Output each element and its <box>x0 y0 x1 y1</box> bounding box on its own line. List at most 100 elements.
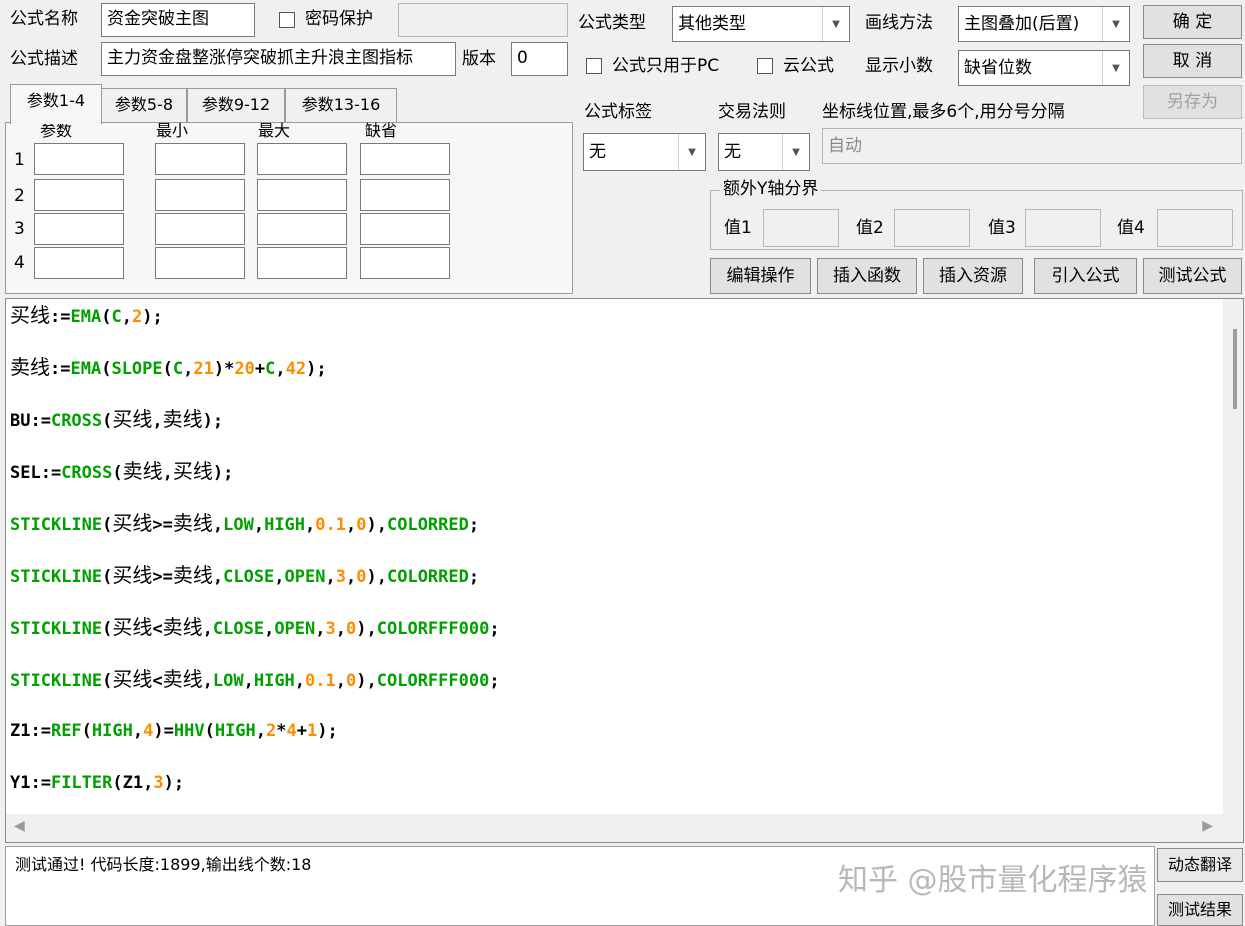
code-line: SEL:=CROSS(卖线,买线); <box>10 459 233 485</box>
formula-tag-select[interactable]: 无 ▼ <box>583 133 706 171</box>
yaxis-value4-input[interactable] <box>1157 209 1233 247</box>
test-result-button[interactable]: 测试结果 <box>1157 894 1243 926</box>
code-token: 买线 <box>112 667 153 691</box>
dynamic-translate-button[interactable]: 动态翻译 <box>1157 848 1243 882</box>
yaxis-value2-input[interactable] <box>894 209 970 247</box>
code-token: 0 <box>346 671 357 691</box>
param-3-default[interactable] <box>360 213 450 245</box>
param-4-min[interactable] <box>155 247 245 279</box>
vertical-scrollbar[interactable] <box>1223 299 1243 815</box>
version-input[interactable]: 0 <box>511 42 568 76</box>
code-token: SLOPE <box>111 359 163 379</box>
draw-method-value: 主图叠加(后置) <box>964 14 1080 34</box>
param-2-max[interactable] <box>257 179 347 211</box>
cloud-formula-checkbox[interactable] <box>757 58 773 74</box>
param-3-name[interactable] <box>34 213 124 245</box>
tab-params-5-8[interactable]: 参数5-8 <box>101 88 187 122</box>
param-3-min[interactable] <box>155 213 245 245</box>
tab-params-9-12[interactable]: 参数9-12 <box>187 88 285 122</box>
edit-operations-button[interactable]: 编辑操作 <box>710 258 811 294</box>
code-token: ; <box>468 515 480 535</box>
param-1-min[interactable] <box>155 143 245 175</box>
code-token: 0.1 <box>305 671 336 691</box>
password-checkbox[interactable] <box>279 12 295 28</box>
trade-rule-select[interactable]: 无 ▼ <box>718 133 810 171</box>
code-token: , <box>202 671 213 691</box>
password-input[interactable] <box>398 3 568 37</box>
code-editor[interactable]: 买线:=EMA(C,2); 卖线:=EMA(SLOPE(C,21)*20+C,42… <box>5 298 1244 843</box>
code-token: CLOSE <box>212 619 265 639</box>
code-token: , <box>305 515 316 535</box>
code-token: ), <box>366 567 387 587</box>
horizontal-scrollbar[interactable]: ◀ ▶ <box>6 814 1243 842</box>
code-line: BU:=CROSS(买线,卖线); <box>10 407 223 433</box>
formula-type-select[interactable]: 其他类型 ▼ <box>672 6 850 42</box>
code-token: 2 <box>266 721 277 741</box>
pc-only-checkbox[interactable] <box>586 58 602 74</box>
decimals-select[interactable]: 缺省位数 ▼ <box>958 50 1130 86</box>
insert-resource-button[interactable]: 插入资源 <box>923 258 1023 294</box>
code-line: Y1:=FILTER(Z1,3); <box>10 771 184 795</box>
code-line: STICKLINE(买线<卖线,LOW,HIGH,0.1,0),COLORFFF… <box>10 667 500 693</box>
code-token: ( <box>204 721 215 741</box>
insert-function-button[interactable]: 插入函数 <box>817 258 917 294</box>
param-2-name[interactable] <box>34 179 124 211</box>
yaxis-value1-input[interactable] <box>763 209 839 247</box>
code-line: 买线:=EMA(C,2); <box>10 303 163 329</box>
code-token: , <box>255 721 267 741</box>
tab-params-1-4[interactable]: 参数1-4 <box>10 84 102 124</box>
code-token: 20 <box>234 359 255 379</box>
formula-name-input[interactable]: 资金突破主图 <box>101 3 255 37</box>
param-3-max[interactable] <box>257 213 347 245</box>
scroll-left-icon[interactable]: ◀ <box>14 818 25 834</box>
param-1-name[interactable] <box>34 143 124 175</box>
import-formula-button[interactable]: 引入公式 <box>1034 258 1137 294</box>
code-token: 3 <box>153 773 164 793</box>
code-token: , <box>275 359 286 379</box>
code-token: ( <box>101 359 112 379</box>
formula-desc-input[interactable]: 主力资金盘整涨停突破抓主升浪主图指标 <box>101 42 456 76</box>
param-4-name[interactable] <box>34 247 124 279</box>
code-token: , <box>335 671 347 691</box>
save-as-button[interactable]: 另存为 <box>1143 85 1242 119</box>
code-token: , <box>121 307 132 327</box>
code-token: ( <box>102 671 113 691</box>
code-token: , <box>183 359 194 379</box>
scroll-thumb[interactable] <box>1233 329 1237 409</box>
code-token: ( <box>81 721 92 741</box>
code-token: LOW <box>212 671 244 691</box>
cancel-button[interactable]: 取 消 <box>1143 44 1242 78</box>
code-token: 0 <box>356 515 367 535</box>
param-4-max[interactable] <box>257 247 347 279</box>
code-token: , <box>346 567 357 587</box>
param-1-max[interactable] <box>257 143 347 175</box>
draw-method-select[interactable]: 主图叠加(后置) ▼ <box>958 6 1130 42</box>
code-token: ); <box>163 773 185 793</box>
code-token: HHV <box>173 721 205 741</box>
decimals-value: 缺省位数 <box>964 58 1032 78</box>
code-token: , <box>132 721 144 741</box>
axis-position-label: 坐标线位置,最多6个,用分号分隔 <box>822 102 1065 122</box>
code-token: LOW <box>223 515 254 535</box>
axis-position-input[interactable]: 自动 <box>822 128 1242 164</box>
code-token: CROSS <box>50 411 103 431</box>
ok-button[interactable]: 确 定 <box>1143 5 1242 39</box>
tab-params-13-16[interactable]: 参数13-16 <box>285 88 397 122</box>
code-token: , <box>294 671 306 691</box>
param-2-default[interactable] <box>360 179 450 211</box>
code-token: ), <box>356 619 377 639</box>
code-token: + <box>296 721 308 741</box>
code-token: COLORRED <box>386 567 469 587</box>
yaxis-value3-input[interactable] <box>1025 209 1101 247</box>
scroll-right-icon[interactable]: ▶ <box>1202 818 1213 834</box>
param-2-min[interactable] <box>155 179 245 211</box>
code-token: COLORRED <box>386 515 469 535</box>
code-token: CLOSE <box>223 567 275 587</box>
code-token: < <box>152 619 163 639</box>
test-formula-button[interactable]: 测试公式 <box>1143 258 1242 294</box>
trade-rule-label: 交易法则 <box>718 102 786 122</box>
code-token: 0 <box>346 619 357 639</box>
param-4-default[interactable] <box>360 247 450 279</box>
param-1-default[interactable] <box>360 143 450 175</box>
code-token: BU:= <box>10 411 51 431</box>
